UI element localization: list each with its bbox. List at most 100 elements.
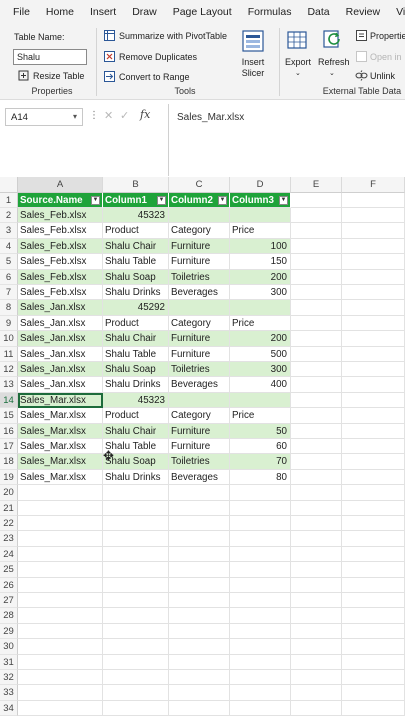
cell-d[interactable]: [230, 208, 291, 224]
cell-e[interactable]: [291, 346, 342, 362]
cell-d[interactable]: 200: [230, 269, 291, 285]
cell-f[interactable]: [342, 469, 405, 486]
cell[interactable]: [291, 562, 342, 578]
cell[interactable]: [291, 193, 342, 208]
cell-a[interactable]: Sales_Feb.xlsx: [18, 254, 103, 270]
cell[interactable]: [103, 700, 169, 717]
row-header[interactable]: 34: [0, 700, 18, 717]
table-header-column3[interactable]: Column3 ▼: [230, 193, 291, 208]
row-header[interactable]: 6: [0, 269, 18, 285]
insert-function-icon[interactable]: fx: [140, 108, 150, 121]
cell-b[interactable]: 45292: [103, 300, 169, 316]
cell[interactable]: [230, 623, 291, 640]
cell[interactable]: [169, 700, 230, 717]
cell[interactable]: [342, 623, 405, 640]
cell[interactable]: [103, 685, 169, 701]
refresh-dropdown-icon[interactable]: ⌄: [329, 69, 335, 77]
row-header[interactable]: 27: [0, 593, 18, 609]
cell[interactable]: [342, 562, 405, 578]
row-header[interactable]: 31: [0, 654, 18, 670]
menu-formulas[interactable]: Formulas: [240, 6, 300, 18]
cell[interactable]: [18, 608, 103, 624]
cell-e[interactable]: [291, 238, 342, 255]
cell-b[interactable]: Shalu Table: [103, 346, 169, 362]
cell[interactable]: [169, 623, 230, 640]
cell[interactable]: [18, 577, 103, 593]
cell-f[interactable]: [342, 331, 405, 347]
row-header[interactable]: 11: [0, 346, 18, 362]
cell-c[interactable]: Category: [169, 223, 230, 239]
row-header[interactable]: 13: [0, 377, 18, 393]
cell-a[interactable]: Sales_Feb.xlsx: [18, 238, 103, 255]
menu-draw[interactable]: Draw: [124, 6, 165, 18]
row-header[interactable]: 7: [0, 285, 18, 301]
row-header[interactable]: 1: [0, 193, 18, 208]
cell-c[interactable]: Furniture: [169, 238, 230, 255]
cell[interactable]: [342, 593, 405, 609]
cell-a[interactable]: Sales_Jan.xlsx: [18, 377, 103, 393]
cell[interactable]: [291, 546, 342, 563]
column-header-d[interactable]: D: [230, 177, 291, 193]
cell-e[interactable]: [291, 285, 342, 301]
cell-f[interactable]: [342, 254, 405, 270]
cell[interactable]: [169, 546, 230, 563]
cell-f[interactable]: [342, 362, 405, 378]
menu-page-layout[interactable]: Page Layout: [165, 6, 240, 18]
cell[interactable]: [230, 654, 291, 670]
cell[interactable]: [342, 193, 405, 208]
cell-f[interactable]: [342, 454, 405, 470]
cell[interactable]: [169, 654, 230, 670]
cell-b[interactable]: Product: [103, 408, 169, 424]
cell-c[interactable]: Furniture: [169, 254, 230, 270]
cell-e[interactable]: [291, 392, 342, 409]
cell-a[interactable]: Sales_Jan.xlsx: [18, 331, 103, 347]
row-header[interactable]: 9: [0, 315, 18, 332]
cell-a[interactable]: Sales_Jan.xlsx: [18, 315, 103, 332]
cell[interactable]: [103, 577, 169, 593]
cell-b[interactable]: Shalu Drinks: [103, 469, 169, 486]
cell-e[interactable]: [291, 439, 342, 455]
cell-d[interactable]: 70: [230, 454, 291, 470]
cell[interactable]: [18, 700, 103, 717]
cell[interactable]: [18, 639, 103, 655]
cell[interactable]: [342, 500, 405, 516]
cell-c[interactable]: Toiletries: [169, 269, 230, 285]
cell-b[interactable]: Shalu Soap: [103, 362, 169, 378]
cell-b[interactable]: Shalu Soap: [103, 269, 169, 285]
cell[interactable]: [291, 700, 342, 717]
cell-d[interactable]: 50: [230, 423, 291, 439]
menu-data[interactable]: Data: [299, 6, 337, 18]
cell[interactable]: [342, 516, 405, 532]
more-options-icon[interactable]: ⋮: [89, 110, 99, 121]
cell-c[interactable]: Category: [169, 408, 230, 424]
cell-d[interactable]: [230, 392, 291, 409]
chevron-down-icon[interactable]: ▾: [73, 112, 77, 121]
menu-view[interactable]: View: [388, 6, 405, 18]
cell[interactable]: [230, 593, 291, 609]
cell-c[interactable]: [169, 392, 230, 409]
cell[interactable]: [18, 516, 103, 532]
cell[interactable]: [103, 608, 169, 624]
cell[interactable]: [230, 608, 291, 624]
cell-e[interactable]: [291, 454, 342, 470]
cell-e[interactable]: [291, 300, 342, 316]
menu-insert[interactable]: Insert: [82, 6, 124, 18]
cell-c[interactable]: Furniture: [169, 331, 230, 347]
cell-a[interactable]: Sales_Jan.xlsx: [18, 300, 103, 316]
row-header[interactable]: 14: [0, 392, 18, 409]
cell-a[interactable]: Sales_Mar.xlsx: [18, 454, 103, 470]
cell[interactable]: [230, 485, 291, 501]
cell-d[interactable]: 500: [230, 346, 291, 362]
cell-b[interactable]: Product: [103, 315, 169, 332]
cell-f[interactable]: [342, 423, 405, 439]
cell[interactable]: [342, 654, 405, 670]
cell[interactable]: [169, 562, 230, 578]
filter-dropdown-icon[interactable]: ▼: [157, 196, 166, 205]
row-header[interactable]: 32: [0, 670, 18, 686]
cell-e[interactable]: [291, 469, 342, 486]
cell-e[interactable]: [291, 223, 342, 239]
cell-d[interactable]: 80: [230, 469, 291, 486]
table-header-column2[interactable]: Column2 ▼: [169, 193, 230, 208]
cell[interactable]: [291, 500, 342, 516]
cell[interactable]: [230, 670, 291, 686]
